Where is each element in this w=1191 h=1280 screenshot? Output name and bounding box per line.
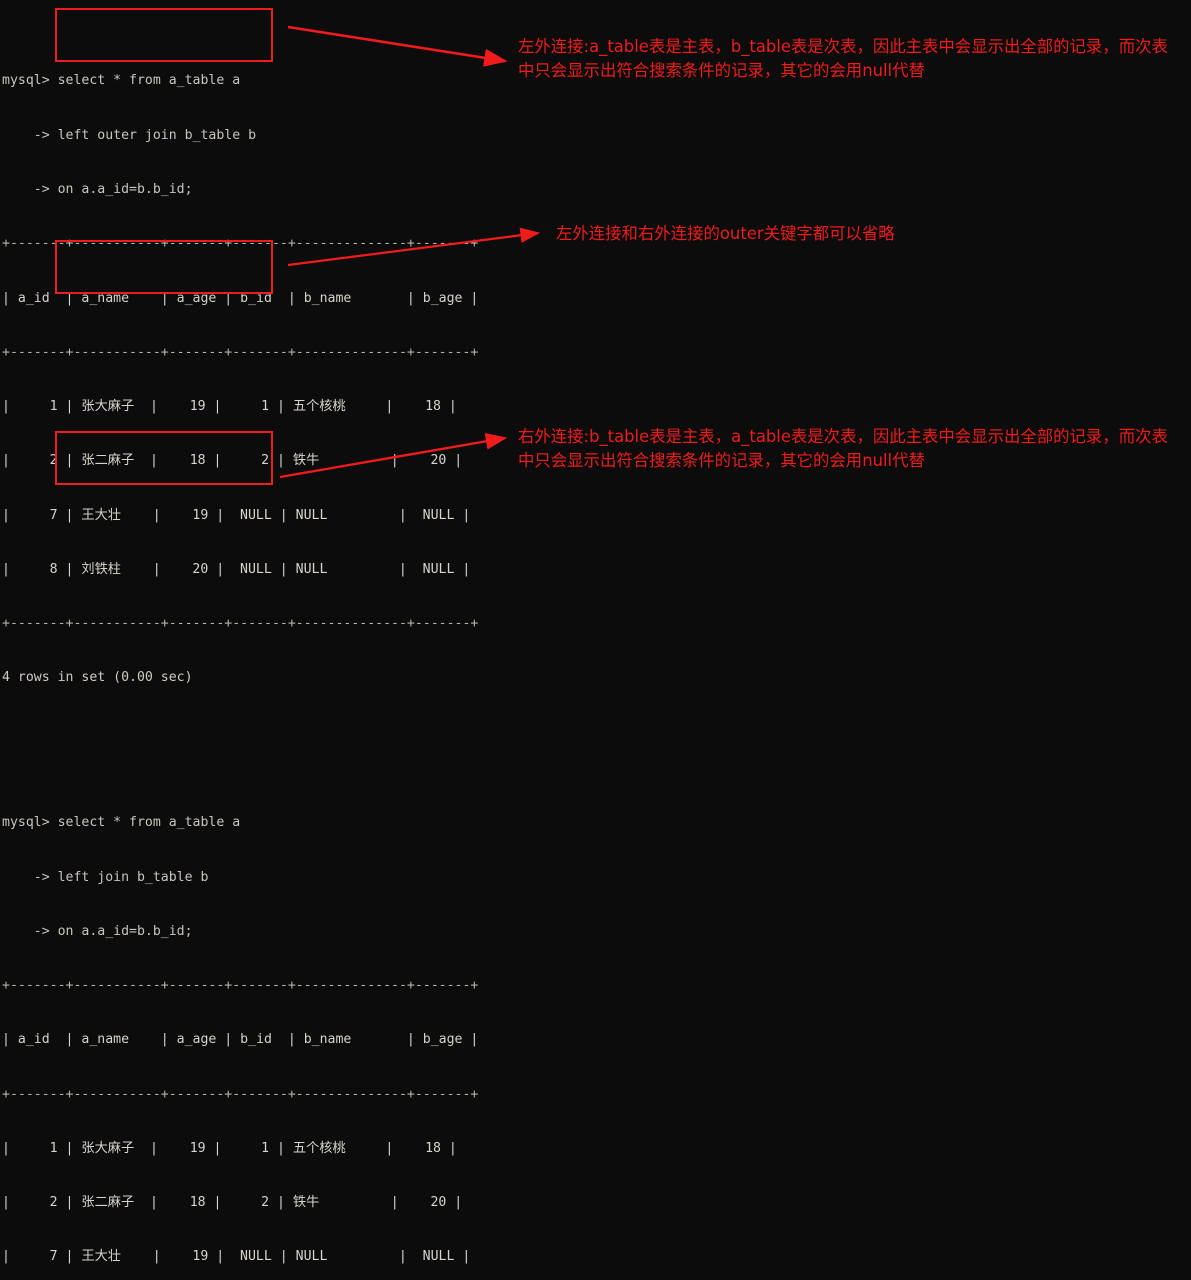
table-header-row: | a_id | a_name | a_age | b_id | b_name … bbox=[2, 1032, 479, 1048]
table-border: +-------+-----------+-------+-------+---… bbox=[2, 616, 479, 632]
sql-line: -> left outer join b_table b bbox=[2, 127, 257, 143]
table-row: | 7 | 王大壮 | 19 | NULL | NULL | NULL | bbox=[2, 1249, 471, 1265]
table-border: +-------+-----------+-------+-------+---… bbox=[2, 1086, 479, 1102]
table-row: | 2 | 张二麻子 | 18 | 2 | 铁牛 | 20 | bbox=[2, 453, 463, 469]
table-border: +-------+-----------+-------+-------+---… bbox=[2, 236, 479, 252]
table-row: | 2 | 张二麻子 | 18 | 2 | 铁牛 | 20 | bbox=[2, 1195, 463, 1211]
mysql-terminal-output: mysql> select * from a_table a -> left o… bbox=[0, 0, 520, 1264]
status-line: 4 rows in set (0.00 sec) bbox=[2, 670, 193, 686]
right-join-note: 右外连接:b_table表是主表，a_table表是次表，因此主表中会显示出全部… bbox=[518, 427, 1168, 470]
table-header-row: | a_id | a_name | a_age | b_id | b_name … bbox=[2, 290, 479, 306]
left-outer-join-note: 左外连接:a_table表是主表，b_table表是次表，因此主表中会显示出全部… bbox=[518, 37, 1168, 80]
sql-line: mysql> select * from a_table a bbox=[2, 815, 241, 831]
table-border: +-------+-----------+-------+-------+---… bbox=[2, 344, 479, 360]
sql-line: mysql> select * from a_table a bbox=[2, 73, 241, 89]
sql-line: -> on a.a_id=b.b_id; bbox=[2, 923, 193, 939]
table-row: | 1 | 张大麻子 | 19 | 1 | 五个核桃 | 18 | bbox=[2, 399, 457, 415]
outer-keyword-note: 左外连接和右外连接的outer关键字都可以省略 bbox=[556, 224, 895, 243]
table-row: | 7 | 王大壮 | 19 | NULL | NULL | NULL | bbox=[2, 507, 471, 523]
table-row: | 1 | 张大麻子 | 19 | 1 | 五个核桃 | 18 | bbox=[2, 1140, 457, 1156]
sql-line: -> left join b_table b bbox=[2, 869, 209, 885]
table-row: | 8 | 刘铁柱 | 20 | NULL | NULL | NULL | bbox=[2, 561, 471, 577]
sql-line: -> on a.a_id=b.b_id; bbox=[2, 181, 193, 197]
table-border: +-------+-----------+-------+-------+---… bbox=[2, 978, 479, 994]
